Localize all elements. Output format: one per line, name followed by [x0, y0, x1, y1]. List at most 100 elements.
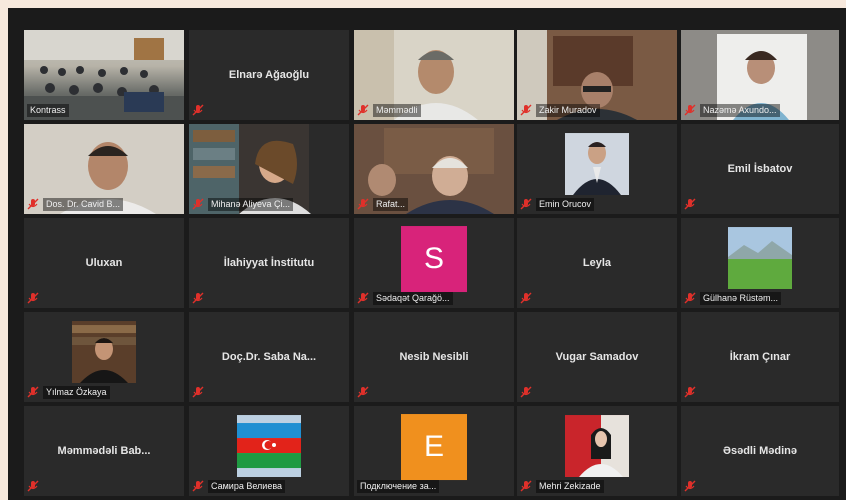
- participant-tile[interactable]: Doç.Dr. Saba Na...: [189, 312, 349, 402]
- name-label: Zakir Muradov: [520, 103, 600, 117]
- name-label: [520, 385, 532, 399]
- muted-mic-icon: [27, 292, 39, 304]
- muted-mic-icon: [520, 198, 532, 210]
- participant-tile[interactable]: Uluxan: [24, 218, 184, 308]
- name-label: Məmmədli: [357, 103, 421, 117]
- participant-name: Emin Orucov: [536, 197, 595, 211]
- participant-tile[interactable]: Mehri Zekizade: [517, 406, 677, 496]
- participant-name: Gülhanə Rüstəm...: [700, 291, 782, 305]
- muted-mic-icon: [357, 198, 369, 210]
- muted-mic-icon: [520, 292, 532, 304]
- name-label: Самира Велиева: [192, 479, 286, 493]
- participant-name: Emil İsbatov: [727, 163, 793, 175]
- participant-name: Leyla: [582, 257, 612, 269]
- participant-tile[interactable]: İkram Çınar: [681, 312, 839, 402]
- participant-tile[interactable]: Gülhanə Rüstəm...: [681, 218, 839, 308]
- participant-name: Kontrass: [27, 103, 69, 117]
- name-label: Kontrass: [27, 103, 69, 117]
- participant-tile[interactable]: Mihanə Aliyeva Çi...: [189, 124, 349, 214]
- name-label: [684, 197, 696, 211]
- participant-name: Самира Велиева: [208, 479, 286, 493]
- name-label: [27, 291, 39, 305]
- muted-mic-icon: [357, 292, 369, 304]
- muted-mic-icon: [357, 104, 369, 116]
- muted-mic-icon: [357, 386, 369, 398]
- participant-tile[interactable]: Emil İsbatov: [681, 124, 839, 214]
- participant-name: İkram Çınar: [729, 351, 791, 363]
- participant-name: Rafat...: [373, 197, 409, 211]
- initial-avatar: E: [401, 414, 467, 481]
- profile-photo: [72, 321, 136, 384]
- landscape-photo: [728, 227, 792, 290]
- participant-name: Əsədli Mədinə: [722, 445, 797, 457]
- muted-mic-icon: [192, 198, 204, 210]
- muted-mic-icon: [27, 386, 39, 398]
- profile-picture: [237, 415, 301, 478]
- participant-tile[interactable]: Nazəmə Axundo...: [681, 30, 839, 120]
- name-label: [684, 385, 696, 399]
- name-label: Подключение за...: [357, 479, 440, 493]
- participant-name: İlahiyyat İnstitutu: [223, 257, 315, 269]
- participant-name: Yılmaz Özkaya: [43, 385, 110, 399]
- azerbaijan-flag-icon: [237, 415, 301, 478]
- participant-name: Mehri Zekizade: [536, 479, 604, 493]
- participant-tile[interactable]: Самира Велиева: [189, 406, 349, 496]
- participant-tile[interactable]: Zakir Muradov: [517, 30, 677, 120]
- name-label: [520, 291, 532, 305]
- name-label: Nazəmə Axundo...: [684, 103, 780, 117]
- muted-mic-icon: [684, 198, 696, 210]
- participant-tile[interactable]: Emin Orucov: [517, 124, 677, 214]
- participant-tile[interactable]: Dos. Dr. Cavid B...: [24, 124, 184, 214]
- muted-mic-icon: [684, 104, 696, 116]
- muted-mic-icon: [192, 480, 204, 492]
- name-label: Mihanə Aliyeva Çi...: [192, 197, 294, 211]
- muted-mic-icon: [192, 386, 204, 398]
- participant-name: Подключение за...: [357, 479, 440, 493]
- name-label: [192, 385, 204, 399]
- participant-tile[interactable]: Məmmədli: [354, 30, 514, 120]
- participant-tile[interactable]: Nesib Nesibli: [354, 312, 514, 402]
- participant-tile[interactable]: Vugar Samadov: [517, 312, 677, 402]
- profile-picture: [565, 415, 629, 478]
- muted-mic-icon: [684, 480, 696, 492]
- name-label: Yılmaz Özkaya: [27, 385, 110, 399]
- participant-name: Məmmədli: [373, 103, 421, 117]
- name-label: Sədaqət Qarağö...: [357, 291, 453, 305]
- participant-name: Vugar Samadov: [555, 351, 639, 363]
- muted-mic-icon: [192, 104, 204, 116]
- muted-mic-icon: [684, 292, 696, 304]
- profile-photo: [565, 415, 629, 478]
- name-label: [192, 103, 204, 117]
- name-label: Rafat...: [357, 197, 409, 211]
- name-label: [27, 479, 39, 493]
- participant-name: Elnarə Ağaoğlu: [228, 69, 310, 81]
- participant-tile[interactable]: Əsədli Mədinə: [681, 406, 839, 496]
- participant-tile[interactable]: Elnarə Ağaoğlu: [189, 30, 349, 120]
- participant-name: Doç.Dr. Saba Na...: [221, 351, 317, 363]
- muted-mic-icon: [520, 104, 532, 116]
- muted-mic-icon: [520, 386, 532, 398]
- participant-tile[interactable]: E Подключение за...: [354, 406, 514, 496]
- participant-name: Dos. Dr. Cavid B...: [43, 197, 124, 211]
- participant-name: Mihanə Aliyeva Çi...: [208, 197, 294, 211]
- participant-name: Sədaqət Qarağö...: [373, 291, 453, 305]
- profile-picture: [728, 227, 792, 290]
- video-gallery: Kontrass Elnarə Ağaoğlu Məmmədli Zakir M…: [8, 8, 846, 500]
- muted-mic-icon: [27, 480, 39, 492]
- participant-tile[interactable]: Leyla: [517, 218, 677, 308]
- participant-tile[interactable]: S Sədaqət Qarağö...: [354, 218, 514, 308]
- participant-tile[interactable]: Rafat...: [354, 124, 514, 214]
- name-label: Emin Orucov: [520, 197, 595, 211]
- profile-photo: [565, 133, 629, 196]
- profile-picture: [72, 321, 136, 384]
- participant-tile[interactable]: Məmmədəli Bab...: [24, 406, 184, 496]
- name-label: Dos. Dr. Cavid B...: [27, 197, 124, 211]
- name-label: [357, 385, 369, 399]
- participant-name: Zakir Muradov: [536, 103, 600, 117]
- name-label: [684, 479, 696, 493]
- participant-tile[interactable]: İlahiyyat İnstitutu: [189, 218, 349, 308]
- participant-tile[interactable]: Kontrass: [24, 30, 184, 120]
- participant-name: Məmmədəli Bab...: [57, 445, 151, 457]
- name-label: Gülhanə Rüstəm...: [684, 291, 782, 305]
- participant-tile[interactable]: Yılmaz Özkaya: [24, 312, 184, 402]
